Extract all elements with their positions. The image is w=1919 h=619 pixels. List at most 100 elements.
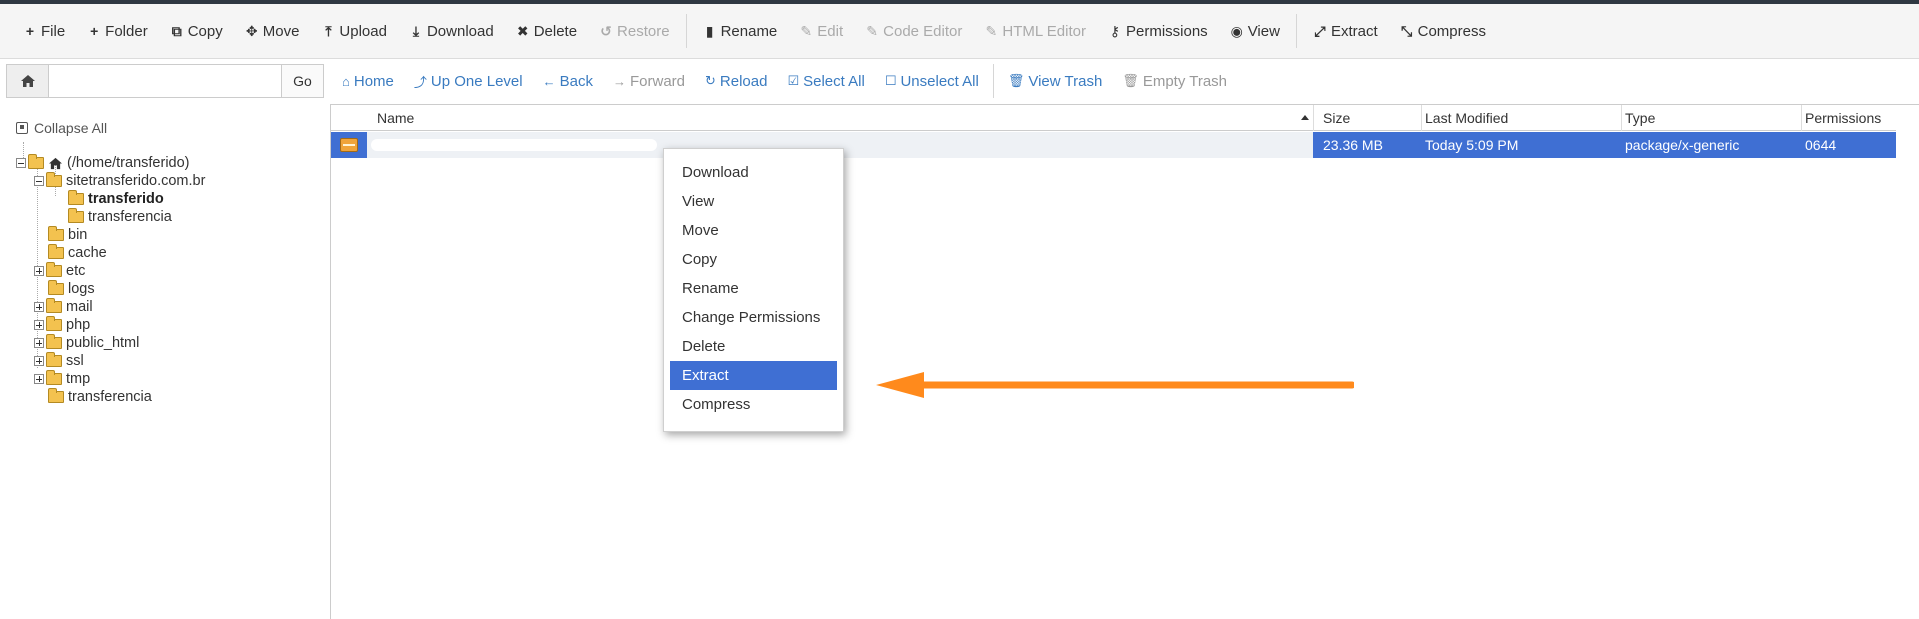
toolbar-divider [1295, 14, 1297, 48]
folder-icon [46, 334, 62, 349]
level-up-icon: ⤴ [413, 74, 427, 90]
home-button[interactable]: ⌂ Home [332, 73, 404, 90]
edit-icon: ✎ [866, 22, 878, 39]
package-icon [331, 132, 367, 158]
column-size[interactable]: Size [1323, 105, 1350, 131]
directory-tree: Collapse All (/home/transferido) sitetra… [0, 106, 330, 619]
compress-button[interactable]: ⤡ Compress [1389, 14, 1497, 48]
menu-item-extract[interactable]: Extract [670, 361, 837, 390]
navigation-bar: ⌂ Home ⤴ Up One Level ← Back → Forward ↻ Relo… [332, 64, 1237, 98]
folder-icon [48, 244, 64, 259]
view-button[interactable]: ◉ View [1219, 14, 1291, 48]
menu-item-compress[interactable]: Compress [670, 390, 837, 419]
expand-icon[interactable] [34, 356, 44, 366]
up-one-level-button[interactable]: ⤴ Up One Level [404, 72, 533, 91]
menu-item-rename[interactable]: Rename [670, 274, 837, 303]
menu-item-copy[interactable]: Copy [670, 245, 837, 274]
delete-icon: ✖ [516, 22, 529, 39]
folder-icon [46, 352, 62, 367]
column-type[interactable]: Type [1625, 105, 1655, 131]
move-icon: ✥ [245, 22, 258, 39]
menu-item-change-permissions[interactable]: Change Permissions [670, 303, 837, 332]
delete-button[interactable]: ✖ Delete [505, 14, 588, 48]
folder-icon [48, 388, 64, 403]
go-button[interactable]: Go [281, 65, 323, 97]
forward-button[interactable]: → Forward [603, 73, 695, 90]
folder-icon [46, 316, 62, 331]
restore-button[interactable]: ↺ Restore [588, 14, 681, 48]
folder-icon [46, 370, 62, 385]
path-input[interactable] [49, 65, 281, 97]
move-button[interactable]: ✥ Move [234, 14, 311, 48]
nav-divider [992, 64, 994, 98]
permissions-button[interactable]: ⚷ Permissions [1097, 14, 1219, 48]
expand-icon[interactable] [34, 302, 44, 312]
expand-icon: ⤢ [1314, 22, 1326, 39]
expand-icon[interactable] [34, 374, 44, 384]
column-permissions[interactable]: Permissions [1805, 105, 1881, 131]
key-icon: ⚷ [1109, 22, 1121, 39]
toolbar-divider [685, 14, 687, 48]
column-last-modified[interactable]: Last Modified [1425, 105, 1508, 131]
menu-item-view[interactable]: View [670, 187, 837, 216]
collapse-icon [16, 122, 28, 134]
arrow-left-icon: ← [542, 73, 556, 89]
copy-button[interactable]: ⧉ Copy [159, 14, 234, 48]
menu-item-download[interactable]: Download [670, 158, 837, 187]
edit-icon: ✎ [985, 22, 998, 39]
context-menu: Download View Move Copy Rename Change Pe… [663, 148, 844, 432]
expand-icon[interactable] [34, 338, 44, 348]
restore-icon: ↺ [600, 22, 612, 39]
expand-icon[interactable] [34, 320, 44, 330]
file-name-redacted [371, 139, 657, 151]
check-square-icon: ☑ [787, 73, 800, 88]
download-button[interactable]: ⤓ Download [398, 14, 505, 48]
annotation-arrow [876, 372, 1354, 398]
select-all-button[interactable]: ☑ Select All [777, 73, 874, 90]
collapse-icon[interactable] [34, 176, 44, 186]
home-icon[interactable] [7, 65, 49, 97]
code-editor-button[interactable]: ✎ Code Editor [854, 14, 973, 48]
tree-item-transferencia-root[interactable]: transferencia [48, 386, 152, 408]
home-icon: ⌂ [342, 73, 350, 89]
folder-icon [46, 262, 62, 277]
reload-button[interactable]: ↻ Reload [695, 73, 777, 90]
folder-icon [46, 298, 62, 313]
menu-item-move[interactable]: Move [670, 216, 837, 245]
unselect-all-button[interactable]: ☐ Unselect All [875, 73, 989, 90]
file-size: 23.36 MB [1323, 137, 1383, 153]
main-toolbar: + File + Folder ⧉ Copy ✥ Move ⤒ Upload ⤓ Downl… [0, 4, 1919, 59]
column-name[interactable]: Name [377, 105, 414, 131]
column-divider [1801, 105, 1802, 131]
column-divider [1621, 105, 1622, 131]
edit-button[interactable]: ✎ Edit [788, 14, 854, 48]
arrow-right-icon: → [612, 73, 626, 89]
file-type: package/x-generic [1625, 137, 1740, 153]
file-permissions: 0644 [1805, 137, 1837, 153]
folder-icon [68, 190, 84, 205]
new-folder-button[interactable]: + Folder [76, 14, 159, 48]
menu-item-delete[interactable]: Delete [670, 332, 837, 361]
compress-icon: ⤡ [1401, 22, 1413, 39]
empty-trash-button[interactable]: 🗑 Empty Trash [1112, 73, 1237, 90]
collapse-all-button[interactable]: Collapse All [16, 120, 107, 136]
collapse-icon[interactable] [16, 158, 26, 168]
expand-icon[interactable] [34, 266, 44, 276]
column-divider [1421, 105, 1422, 131]
file-last-modified: Today 5:09 PM [1425, 137, 1519, 153]
new-file-button[interactable]: + File [12, 14, 76, 48]
upload-button[interactable]: ⤒ Upload [310, 14, 398, 48]
sort-ascending-icon[interactable] [1301, 115, 1309, 120]
folder-icon [48, 226, 64, 241]
html-editor-button[interactable]: ✎ HTML Editor [973, 14, 1097, 48]
eye-icon: ◉ [1230, 22, 1243, 39]
rename-button[interactable]: ▮ Rename [692, 14, 789, 48]
folder-icon [48, 280, 64, 295]
back-button[interactable]: ← Back [533, 73, 603, 90]
refresh-icon: ↻ [705, 73, 716, 88]
plus-icon: + [90, 23, 99, 39]
view-trash-button[interactable]: 🗑 View Trash [998, 73, 1112, 90]
file-list: Name Size Last Modified Type Permissions… [330, 104, 1919, 619]
extract-button[interactable]: ⤢ Extract [1302, 14, 1389, 48]
table-row[interactable]: 23.36 MB Today 5:09 PM package/x-generic… [331, 132, 1896, 158]
